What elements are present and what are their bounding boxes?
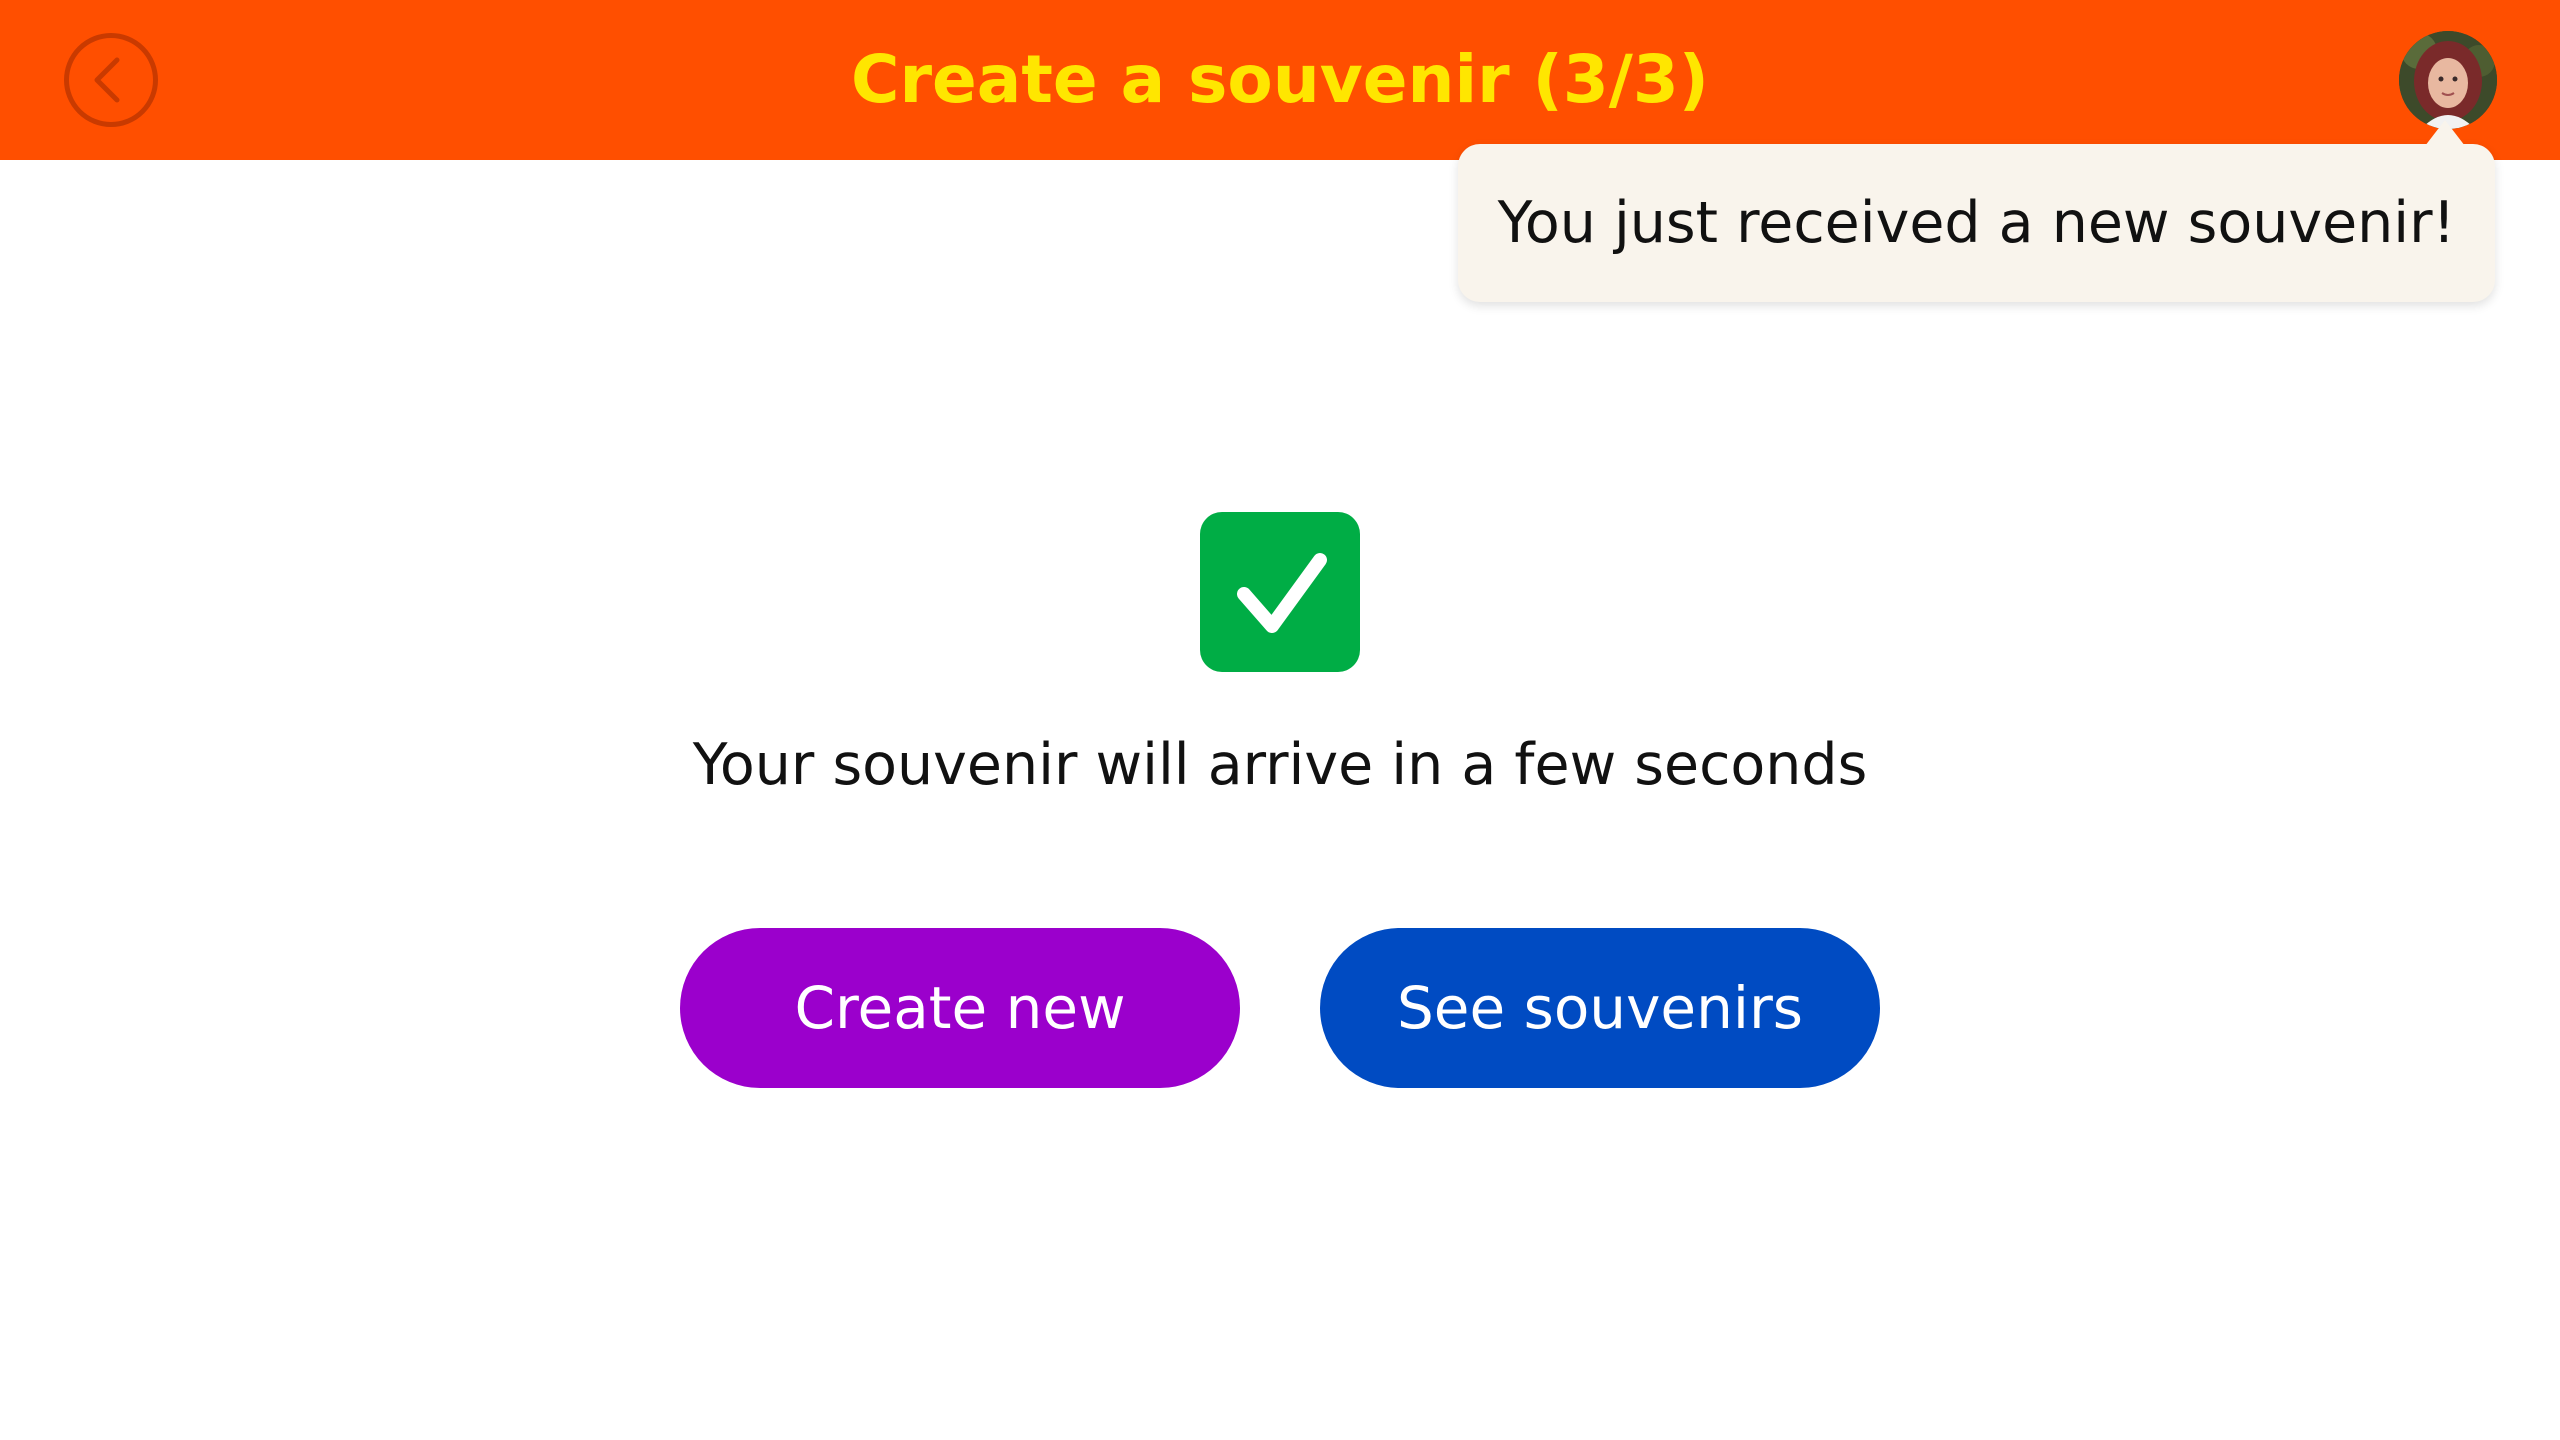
toast-pointer <box>2425 120 2465 146</box>
notification-toast: You just received a new souvenir! <box>1458 120 2495 302</box>
user-avatar[interactable] <box>2399 31 2497 129</box>
checkmark-icon <box>1200 512 1360 672</box>
see-souvenirs-button[interactable]: See souvenirs <box>1320 928 1880 1088</box>
create-new-button[interactable]: Create new <box>680 928 1240 1088</box>
status-message: Your souvenir will arrive in a few secon… <box>692 732 1868 798</box>
page-title: Create a souvenir (3/3) <box>851 41 1709 118</box>
notification-text: You just received a new souvenir! <box>1497 190 2456 256</box>
avatar-image <box>2399 31 2497 129</box>
header-bar: Create a souvenir (3/3) <box>0 0 2560 160</box>
